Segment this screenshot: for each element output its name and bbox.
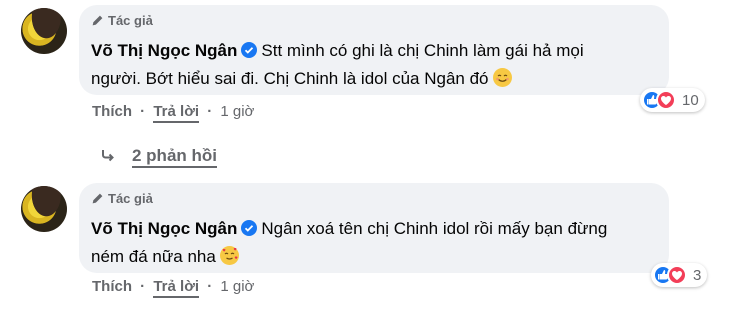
separator-dot: · [140, 278, 146, 295]
like-button[interactable]: Thích [92, 278, 132, 295]
author-name[interactable]: Võ Thị Ngọc Ngân [91, 219, 237, 238]
reply-arrow-icon [102, 150, 114, 162]
reaction-count: 3 [693, 266, 702, 284]
love-reaction-icon [656, 90, 676, 110]
comment-bubble: Tác giả Võ Thị Ngọc Ngân Ngân xoá tên chị… [79, 183, 669, 273]
reply-button[interactable]: Trả lời [153, 103, 200, 123]
separator-dot: · [207, 278, 213, 295]
timestamp[interactable]: 1 giờ [220, 278, 254, 295]
comment-text: Võ Thị Ngọc Ngân Ngân xoá tên chị Chinh i… [91, 215, 691, 271]
avatar-hair [21, 8, 67, 54]
verified-badge-icon [241, 42, 258, 58]
comment-line-2: người. Bớt hiểu sai đi. Chị Chinh là ido… [91, 69, 489, 88]
author-badge: Tác giả [91, 13, 153, 28]
comment-actions: Thích · Trả lời · 1 giờ [92, 278, 258, 298]
avatar[interactable] [21, 8, 67, 54]
avatar[interactable] [21, 186, 67, 232]
comment-text: Võ Thị Ngọc Ngân Stt mình có ghi là chị C… [91, 37, 691, 93]
love-reaction-icon [667, 265, 687, 285]
separator-dot: · [207, 103, 213, 120]
comment-line-1: Ngân xoá tên chị Chinh idol rồi mấy bạn … [261, 219, 608, 238]
timestamp[interactable]: 1 giờ [220, 103, 254, 120]
badge-label: Tác giả [108, 13, 153, 28]
reaction-summary[interactable]: 3 [651, 263, 708, 287]
view-replies-label: 2 phản hồi [132, 146, 217, 168]
separator-dot: · [140, 103, 146, 120]
reaction-summary[interactable]: 10 [640, 88, 705, 112]
verified-badge-icon [241, 220, 258, 236]
reaction-count: 10 [682, 91, 699, 109]
pencil-icon [92, 15, 103, 26]
comment-actions: Thích · Trả lời · 1 giờ [92, 103, 258, 123]
smile-emoji-icon [492, 68, 512, 87]
badge-label: Tác giả [108, 191, 153, 206]
comment-line-2: ném đá nữa nha [91, 247, 216, 266]
comment-bubble: Tác giả Võ Thị Ngọc Ngân Stt mình có ghi … [79, 5, 669, 95]
like-button[interactable]: Thích [92, 103, 132, 120]
avatar-hair [21, 186, 67, 232]
view-replies-link[interactable]: 2 phản hồi [100, 146, 217, 168]
pencil-icon [92, 193, 103, 204]
author-name[interactable]: Võ Thị Ngọc Ngân [91, 41, 237, 60]
heart-face-emoji-icon [219, 246, 239, 265]
author-badge: Tác giả [91, 191, 153, 206]
reply-button[interactable]: Trả lời [153, 278, 200, 298]
comment-line-1: Stt mình có ghi là chị Chinh làm gái hả … [261, 41, 584, 60]
